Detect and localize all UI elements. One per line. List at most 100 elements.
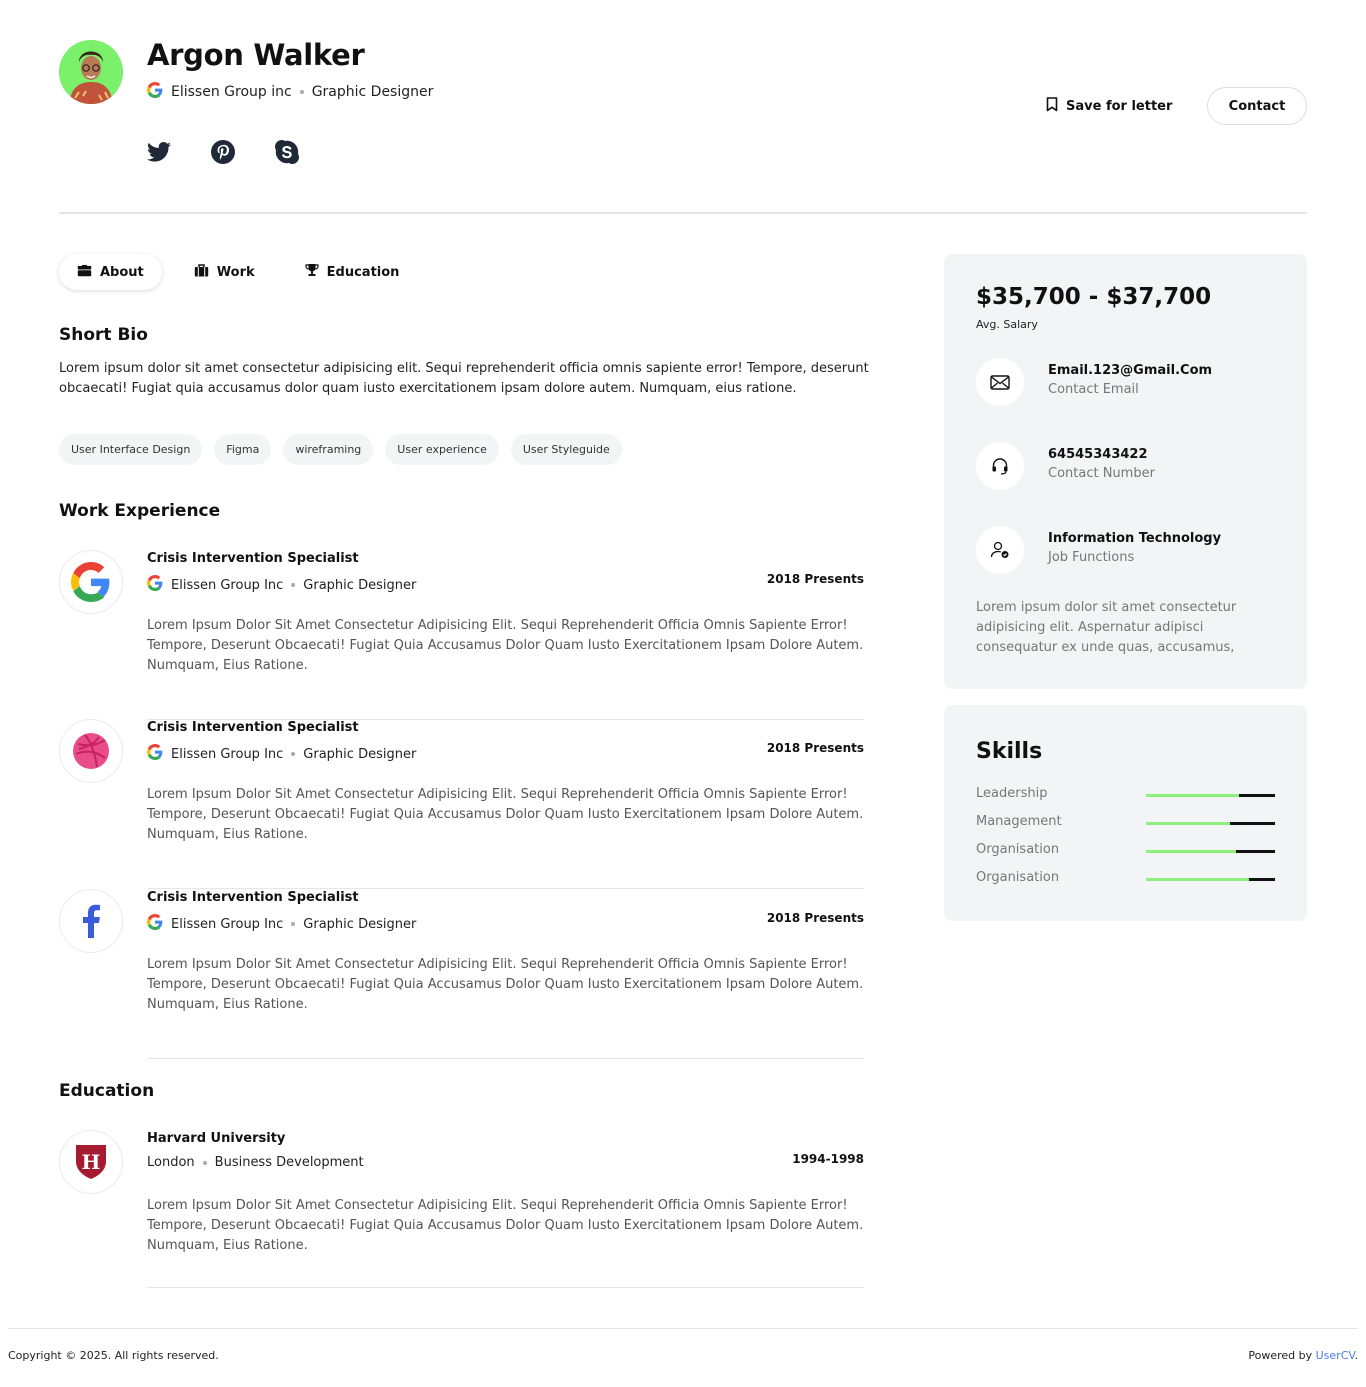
save-for-later-label: Save for letter <box>1066 98 1173 114</box>
skill-row: Organisation <box>976 841 1275 861</box>
google-g-icon <box>147 575 163 595</box>
job-company: Elissen Group Inc <box>171 577 284 593</box>
contact-number-label: Contact Number <box>1048 466 1155 481</box>
tab-about-label: About <box>100 264 144 280</box>
separator-dot <box>291 752 296 756</box>
contact-email-row: Email.123@Gmail.Com Contact Email <box>976 358 1276 406</box>
school-field: Business Development <box>214 1155 364 1170</box>
contact-number-value[interactable]: 64545343422 <box>1048 447 1148 462</box>
skill-row: Organisation <box>976 869 1275 889</box>
copyright-text: Copyright © 2025. All rights reserved. <box>8 1349 219 1362</box>
trophy-icon <box>305 263 319 281</box>
skill-tag: Figma <box>214 434 272 465</box>
powered-by-suffix: . <box>1354 1349 1359 1362</box>
skill-tag: User Interface Design <box>59 434 203 465</box>
skill-progress-bar <box>1146 822 1275 825</box>
avatar <box>59 40 123 104</box>
save-for-later-button[interactable]: Save for letter <box>1046 88 1172 124</box>
twitter-icon[interactable] <box>147 140 171 164</box>
job-role: Crisis Intervention Specialist <box>147 890 359 905</box>
job-meta: Elissen Group Inc Graphic Designer <box>147 914 416 934</box>
skill-name: Leadership <box>976 786 1048 801</box>
job-functions-row: Information Technology Job Functions <box>976 526 1276 574</box>
entry-divider <box>147 1287 864 1288</box>
education-entry: H Harvard University London Business Dev… <box>59 1130 864 1288</box>
google-logo-icon <box>59 550 123 614</box>
usercv-link[interactable]: UserCV <box>1316 1349 1355 1362</box>
salary-range: $35,700 - $37,700 <box>976 284 1212 310</box>
job-description: Lorem Ipsum Dolor Sit Amet Consectetur A… <box>147 787 864 842</box>
school-description: Lorem Ipsum Dolor Sit Amet Consectetur A… <box>147 1198 864 1253</box>
work-entry: Crisis Intervention Specialist Elissen G… <box>59 719 864 889</box>
short-bio-heading: Short Bio <box>59 325 148 345</box>
school-period: 1994-1998 <box>792 1152 864 1166</box>
skill-tag: User experience <box>385 434 499 465</box>
work-entry: Crisis Intervention Specialist Elissen G… <box>59 550 864 720</box>
skype-icon[interactable] <box>275 140 299 164</box>
contact-email-value[interactable]: Email.123@Gmail.Com <box>1048 363 1212 378</box>
job-description: Lorem Ipsum Dolor Sit Amet Consectetur A… <box>147 618 864 673</box>
svg-text:H: H <box>82 1150 101 1174</box>
profile-name: Argon Walker <box>147 38 365 72</box>
job-role: Crisis Intervention Specialist <box>147 720 359 735</box>
school-meta: London Business Development <box>147 1155 364 1170</box>
short-bio-text: Lorem ipsum dolor sit amet consectetur a… <box>59 361 869 396</box>
tab-about[interactable]: About <box>59 254 162 290</box>
tab-work-label: Work <box>216 264 255 280</box>
profile-title: Graphic Designer <box>311 84 434 100</box>
user-check-icon <box>976 526 1024 574</box>
separator-dot <box>291 583 296 587</box>
job-functions-label: Job Functions <box>1048 550 1135 565</box>
job-description: Lorem Ipsum Dolor Sit Amet Consectetur A… <box>147 957 864 1012</box>
tab-education-label: Education <box>326 264 400 280</box>
tab-work[interactable]: Work <box>176 254 273 290</box>
job-company: Elissen Group Inc <box>171 916 284 932</box>
footer-divider <box>8 1328 1358 1329</box>
skill-progress-bar <box>1146 850 1275 853</box>
contact-number-row: 64545343422 Contact Number <box>976 442 1276 490</box>
profile-subline: Elissen Group inc Graphic Designer <box>147 82 433 102</box>
job-functions-value: Information Technology <box>1048 531 1222 546</box>
bookmark-icon <box>1046 96 1058 116</box>
school-location: London <box>147 1155 195 1170</box>
separator-dot <box>299 90 304 94</box>
job-role: Crisis Intervention Specialist <box>147 551 359 566</box>
skill-tags: User Interface Design Figma wireframing … <box>59 434 622 465</box>
skill-row: Leadership <box>976 785 1275 805</box>
harvard-shield-icon: H <box>59 1130 123 1194</box>
suitcase-icon <box>194 263 209 281</box>
skills-heading: Skills <box>976 739 1043 764</box>
job-position: Graphic Designer <box>303 577 417 593</box>
skill-tag: User Styleguide <box>510 434 622 465</box>
sidebar-description: Lorem ipsum dolor sit amet consectetur a… <box>976 600 1237 655</box>
job-period: 2018 Presents <box>766 911 864 925</box>
powered-by: Powered by UserCV. <box>1248 1349 1358 1362</box>
skill-progress-bar <box>1146 878 1275 881</box>
skill-tag: wireframing <box>283 434 374 465</box>
google-g-icon <box>147 744 163 764</box>
google-g-icon <box>147 914 163 934</box>
entry-divider <box>147 1058 864 1059</box>
contact-email-label: Contact Email <box>1048 382 1139 397</box>
skill-name: Organisation <box>976 842 1060 857</box>
work-experience-heading: Work Experience <box>59 501 221 521</box>
envelope-icon <box>976 358 1024 406</box>
job-company: Elissen Group Inc <box>171 746 284 762</box>
header-divider <box>59 212 1307 214</box>
skill-progress-fill <box>1146 822 1230 825</box>
google-g-icon <box>147 82 163 102</box>
separator-dot <box>291 922 296 926</box>
skill-name: Organisation <box>976 870 1060 885</box>
skill-progress-fill <box>1146 878 1250 881</box>
job-position: Graphic Designer <box>303 916 417 932</box>
pinterest-icon[interactable] <box>211 140 235 164</box>
skill-row: Management <box>976 813 1275 833</box>
tab-education[interactable]: Education <box>287 254 418 290</box>
contact-button[interactable]: Contact <box>1207 87 1307 125</box>
profile-tabs: About Work Education <box>59 254 417 290</box>
skill-progress-bar <box>1146 794 1275 797</box>
headset-icon <box>976 442 1024 490</box>
job-period: 2018 Presents <box>766 572 864 586</box>
job-meta: Elissen Group Inc Graphic Designer <box>147 744 416 764</box>
skill-name: Management <box>976 814 1062 829</box>
